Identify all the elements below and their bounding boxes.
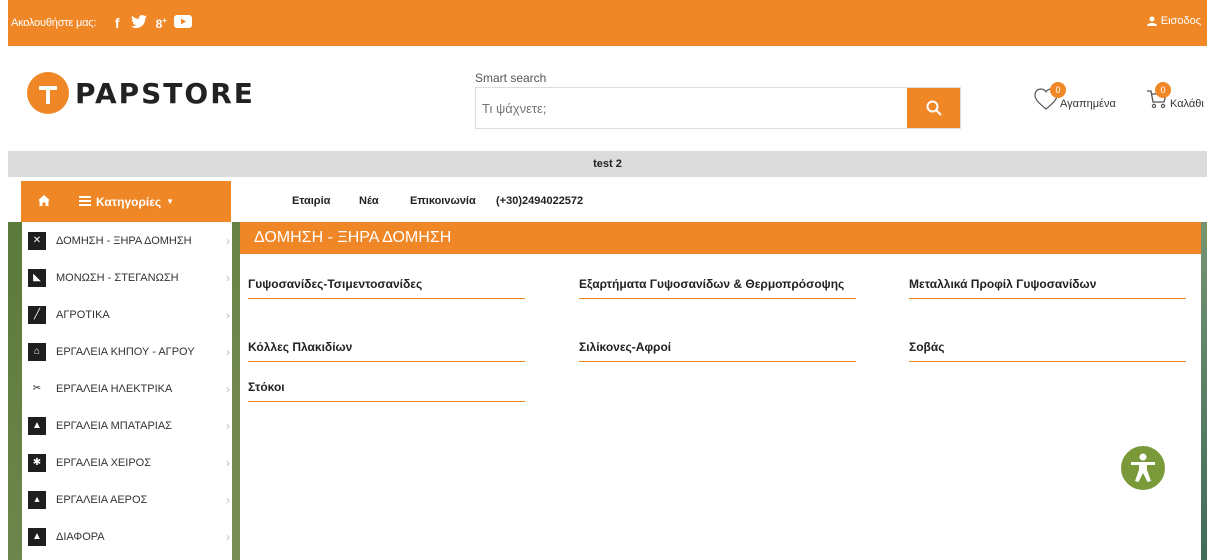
login-label: Εισοδος: [1160, 15, 1201, 27]
sidebar-item-electric-tools[interactable]: ✂ ΕΡΓΑΛΕΙΑ ΗΛΕΚΤΡΙΚΑ ›: [22, 370, 232, 407]
sidebar-item-construction[interactable]: ✕ ΔΟΜΗΣΗ - ΞΗΡΑ ΔΟΜΗΣΗ ›: [22, 222, 232, 259]
nav-contact[interactable]: Επικοινωνία: [410, 195, 476, 207]
sidebar-item-air-tools[interactable]: ▴ ΕΡΓΑΛΕΙΑ ΑΕΡΟΣ ›: [22, 481, 232, 518]
chevron-right-icon: ›: [226, 270, 230, 285]
login-link[interactable]: Εισοδος: [1146, 15, 1201, 27]
categories-button[interactable]: Κατηγορίες ▼: [21, 181, 231, 222]
sidebar-item-battery-tools[interactable]: ▲ ΕΡΓΑΛΕΙΑ ΜΠΑΤΑΡΙΑΣ ›: [22, 407, 232, 444]
home-icon[interactable]: [37, 194, 51, 210]
sidebar-item-label: ΕΡΓΑΛΕΙΑ ΚΗΠΟΥ - ΑΓΡΟΥ: [56, 345, 195, 358]
search-input[interactable]: [476, 88, 907, 128]
site-logo[interactable]: PAPSTORE: [27, 72, 255, 114]
logo-text: PAPSTORE: [75, 76, 255, 110]
nav-news[interactable]: Νέα: [359, 195, 379, 207]
scissors-icon: ✂: [28, 379, 46, 398]
caret-down-icon: ▼: [166, 197, 175, 206]
search-box: [475, 87, 961, 129]
search-label: Smart search: [475, 71, 547, 85]
subcategory-link[interactable]: Κόλλες Πλακιδίων: [248, 340, 525, 362]
accessibility-icon: [1131, 453, 1155, 482]
wishlist-count-badge: 0: [1050, 82, 1066, 98]
chevron-right-icon: ›: [226, 418, 230, 433]
twitter-icon[interactable]: [128, 15, 150, 31]
mega-menu-panel: ΔΟΜΗΣΗ - ΞΗΡΑ ΔΟΜΗΣΗ Γυψοσανίδες-Τσιμεντ…: [240, 222, 1201, 560]
cart-count-badge: 0: [1155, 82, 1171, 98]
cart-label: Καλάθι: [1170, 98, 1204, 110]
subcategory-link[interactable]: Σοβάς: [909, 340, 1186, 362]
wishlist-link[interactable]: 0 Αγαπημένα: [1034, 82, 1116, 110]
sidebar-item-label: ΕΡΓΑΛΕΙΑ ΧΕΙΡΟΣ: [56, 456, 152, 469]
battery-tool-icon: ▲: [28, 416, 46, 435]
sidebar-item-garden-tools[interactable]: ⌂ ΕΡΓΑΛΕΙΑ ΚΗΠΟΥ - ΑΓΡΟΥ ›: [22, 333, 232, 370]
chevron-right-icon: ›: [226, 233, 230, 248]
subcategory-link[interactable]: Γυψοσανίδες-Τσιμεντοσανίδες: [248, 277, 525, 299]
follow-us-label: Ακολουθήστε μας:: [11, 17, 97, 29]
subcategory-link[interactable]: Εξαρτήματα Γυψοσανίδων & Θερμοπρόσοψης: [579, 277, 856, 299]
categories-label: Κατηγορίες: [96, 194, 162, 209]
misc-icon: ▲: [28, 527, 46, 546]
menu-icon: [79, 195, 91, 209]
sidebar-item-label: ΔΙΑΦΟΡΑ: [56, 530, 105, 543]
chevron-right-icon: ›: [226, 307, 230, 322]
air-tool-icon: ▴: [28, 490, 46, 509]
roof-icon: ◣: [28, 268, 46, 287]
top-bar: Ακολουθήστε μας: f 8+ Εισοδος: [8, 0, 1207, 46]
sidebar-item-hand-tools[interactable]: ✱ ΕΡΓΑΛΕΙΑ ΧΕΙΡΟΣ ›: [22, 444, 232, 481]
sidebar-item-label: ΔΟΜΗΣΗ - ΞΗΡΑ ΔΟΜΗΣΗ: [56, 234, 192, 247]
search-icon: [926, 100, 942, 116]
search-button[interactable]: [907, 88, 960, 128]
nav-phone[interactable]: (+30)2494022572: [496, 195, 583, 207]
chevron-right-icon: ›: [226, 529, 230, 544]
house-icon: ⌂: [28, 342, 46, 361]
sidebar-item-misc[interactable]: ▲ ΔΙΑΦΟΡΑ ›: [22, 518, 232, 555]
promo-bar: test 2: [8, 151, 1207, 177]
sidebar-item-label: ΑΓΡΟΤΙΚΑ: [56, 308, 110, 321]
hand-tool-icon: ✱: [28, 453, 46, 472]
nav-company[interactable]: Εταιρία: [292, 195, 330, 207]
chevron-right-icon: ›: [226, 455, 230, 470]
wishlist-label: Αγαπημένα: [1060, 98, 1116, 110]
sidebar-item-insulation[interactable]: ◣ ΜΟΝΩΣΗ - ΣΤΕΓΑΝΩΣΗ ›: [22, 259, 232, 296]
category-sidebar: ✕ ΔΟΜΗΣΗ - ΞΗΡΑ ΔΟΜΗΣΗ › ◣ ΜΟΝΩΣΗ - ΣΤΕΓΑΝΩ…: [22, 222, 232, 560]
promo-text: test 2: [593, 158, 622, 170]
sidebar-item-label: ΜΟΝΩΣΗ - ΣΤΕΓΑΝΩΣΗ: [56, 271, 179, 284]
subcategory-link[interactable]: Στόκοι: [248, 380, 525, 402]
scythe-icon: ╱: [28, 305, 46, 324]
sidebar-item-label: ΕΡΓΑΛΕΙΑ ΜΠΑΤΑΡΙΑΣ: [56, 419, 172, 432]
subcategory-link[interactable]: Σιλίκονες-Αφροί: [579, 340, 856, 362]
chevron-right-icon: ›: [226, 381, 230, 396]
user-icon: [1146, 16, 1157, 26]
accessibility-button[interactable]: [1119, 444, 1167, 492]
sidebar-item-label: ΕΡΓΑΛΕΙΑ ΑΕΡΟΣ: [56, 493, 148, 506]
cart-link[interactable]: 0 Καλάθι: [1146, 82, 1204, 110]
chevron-right-icon: ›: [226, 344, 230, 359]
hero-background: ✕ ΔΟΜΗΣΗ - ΞΗΡΑ ΔΟΜΗΣΗ › ◣ ΜΟΝΩΣΗ - ΣΤΕΓΑΝΩ…: [8, 222, 1207, 560]
google-plus-icon[interactable]: 8+: [150, 16, 172, 31]
main-nav: Κατηγορίες ▼ Εταιρία Νέα Επικοινωνία (+3…: [8, 181, 1207, 222]
panel-title: ΔΟΜΗΣΗ - ΞΗΡΑ ΔΟΜΗΣΗ: [240, 222, 1201, 254]
subcategory-link[interactable]: Μεταλλικά Προφίλ Γυψοσανίδων: [909, 277, 1186, 299]
facebook-icon[interactable]: f: [106, 15, 128, 31]
hammer-logo-icon: [27, 72, 69, 114]
sidebar-item-agricultural[interactable]: ╱ ΑΓΡΟΤΙΚΑ ›: [22, 296, 232, 333]
sidebar-item-label: ΕΡΓΑΛΕΙΑ ΗΛΕΚΤΡΙΚΑ: [56, 382, 173, 395]
tools-icon: ✕: [28, 231, 46, 250]
youtube-icon[interactable]: [172, 15, 194, 31]
chevron-right-icon: ›: [226, 492, 230, 507]
